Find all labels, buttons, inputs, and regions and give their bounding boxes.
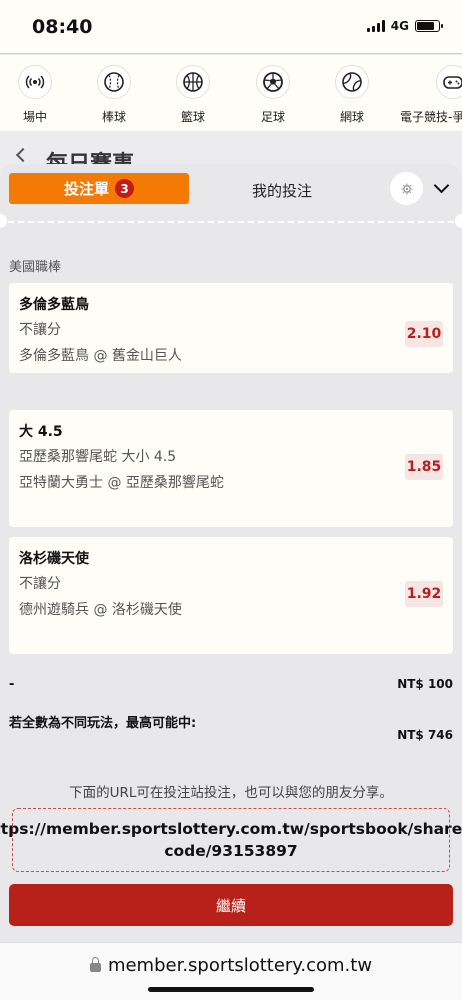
battery-icon — [415, 20, 443, 32]
tab-betslip[interactable]: 投注單 3 — [9, 173, 189, 204]
sport-tab-label: 足球 — [260, 110, 285, 124]
stake-row: - NT$ 100 — [9, 677, 453, 692]
gear-icon — [401, 183, 412, 194]
sport-tab-soccer[interactable]: 足球 — [238, 65, 308, 125]
gamepad-icon — [436, 65, 462, 99]
share-url[interactable]: https://member.sportslottery.com.tw/spor… — [0, 818, 462, 862]
bet-match: 德州遊騎兵 @ 洛杉磯天使 — [19, 602, 182, 618]
max-win-value: NT$ 746 — [397, 728, 453, 742]
ticket-notch-right — [455, 214, 462, 228]
bet-selection: 大 4.5 — [19, 424, 63, 440]
betslip-count-badge: 3 — [115, 179, 134, 198]
bet-selection: 多倫多藍鳥 — [19, 297, 89, 313]
bet-odds: 1.92 — [405, 581, 443, 607]
tab-betslip-label: 投注單 — [63, 180, 109, 198]
bet-odds: 2.10 — [405, 321, 443, 347]
home-indicator[interactable] — [148, 987, 314, 992]
bet-market: 不讓分 — [19, 576, 61, 592]
ticket-notch-left — [0, 214, 7, 228]
sport-tabs: 場中 棒球 籃球 足球 網球 電子競技-爭 — [0, 55, 462, 131]
collapse-chevron-icon[interactable] — [433, 177, 450, 194]
max-win-row: 若全數為不同玩法，最高可能中: NT$ 746 — [9, 714, 453, 754]
signal-icon — [366, 20, 385, 32]
sport-tab-label: 場中 — [22, 110, 47, 124]
bet-selection: 洛杉磯天使 — [19, 551, 89, 567]
address-text: member.sportslottery.com.tw — [107, 955, 373, 976]
bet-market: 亞歷桑那響尾蛇 大小 4.5 — [19, 449, 177, 465]
bet-match: 多倫多藍鳥 @ 舊金山巨人 — [19, 348, 182, 364]
sport-tab-esports[interactable]: 電子競技-爭 — [396, 65, 462, 125]
sport-tab-label: 籃球 — [180, 110, 205, 124]
basketball-icon — [176, 65, 210, 99]
share-info-text: 下面的URL可在投注站投注，也可以與您的朋友分享。 — [69, 785, 393, 801]
sport-tab-label: 網球 — [339, 110, 364, 124]
betslip-tabs: 投注單 3 我的投注 — [0, 164, 462, 212]
sport-tab-label: 棒球 — [101, 110, 126, 124]
sport-tab-basketball[interactable]: 籃球 — [158, 65, 228, 125]
bet-item[interactable]: 多倫多藍鳥 不讓分 多倫多藍鳥 @ 舊金山巨人 2.10 — [9, 283, 453, 373]
address-bar[interactable]: member.sportslottery.com.tw — [0, 955, 462, 976]
lock-icon — [89, 957, 101, 972]
bet-match: 亞特蘭大勇士 @ 亞歷桑那響尾蛇 — [19, 475, 224, 491]
bet-item[interactable]: 大 4.5 亞歷桑那響尾蛇 大小 4.5 亞特蘭大勇士 @ 亞歷桑那響尾蛇 1.… — [9, 410, 453, 527]
baseball-icon — [97, 65, 131, 99]
network-type: 4G — [390, 19, 409, 33]
back-icon[interactable] — [15, 147, 31, 163]
sport-tab-tennis[interactable]: 網球 — [317, 65, 387, 125]
ticket-divider — [8, 221, 454, 223]
settings-button[interactable] — [390, 172, 423, 205]
betslip-sheet: 投注單 3 我的投注 美國職棒 多倫多藍鳥 不讓分 多倫多藍鳥 @ 舊金山巨人 … — [0, 164, 462, 942]
live-broadcast-icon — [18, 65, 52, 99]
league-label: 美國職棒 — [9, 260, 62, 275]
status-bar: 08:40 4G — [0, 0, 462, 54]
status-time: 08:40 — [32, 16, 93, 38]
sport-tab-live[interactable]: 場中 — [0, 65, 70, 125]
bet-odds: 1.85 — [405, 454, 443, 480]
stake-label: - — [9, 677, 15, 692]
tab-my-bets[interactable]: 我的投注 — [222, 180, 342, 201]
sport-tab-baseball[interactable]: 棒球 — [79, 65, 149, 125]
browser-bar: member.sportslottery.com.tw — [0, 942, 462, 1000]
max-win-label: 若全數為不同玩法，最高可能中: — [9, 716, 197, 731]
bet-market: 不讓分 — [19, 322, 61, 338]
continue-button[interactable]: 繼續 — [9, 884, 453, 926]
tennis-ball-icon — [335, 65, 369, 99]
sport-tab-label: 電子競技-爭 — [400, 110, 462, 124]
soccer-ball-icon — [256, 65, 290, 99]
share-url-box[interactable]: https://member.sportslottery.com.tw/spor… — [0, 808, 462, 872]
stake-value: NT$ 100 — [397, 677, 453, 691]
bet-item[interactable]: 洛杉磯天使 不讓分 德州遊騎兵 @ 洛杉磯天使 1.92 — [9, 537, 453, 654]
